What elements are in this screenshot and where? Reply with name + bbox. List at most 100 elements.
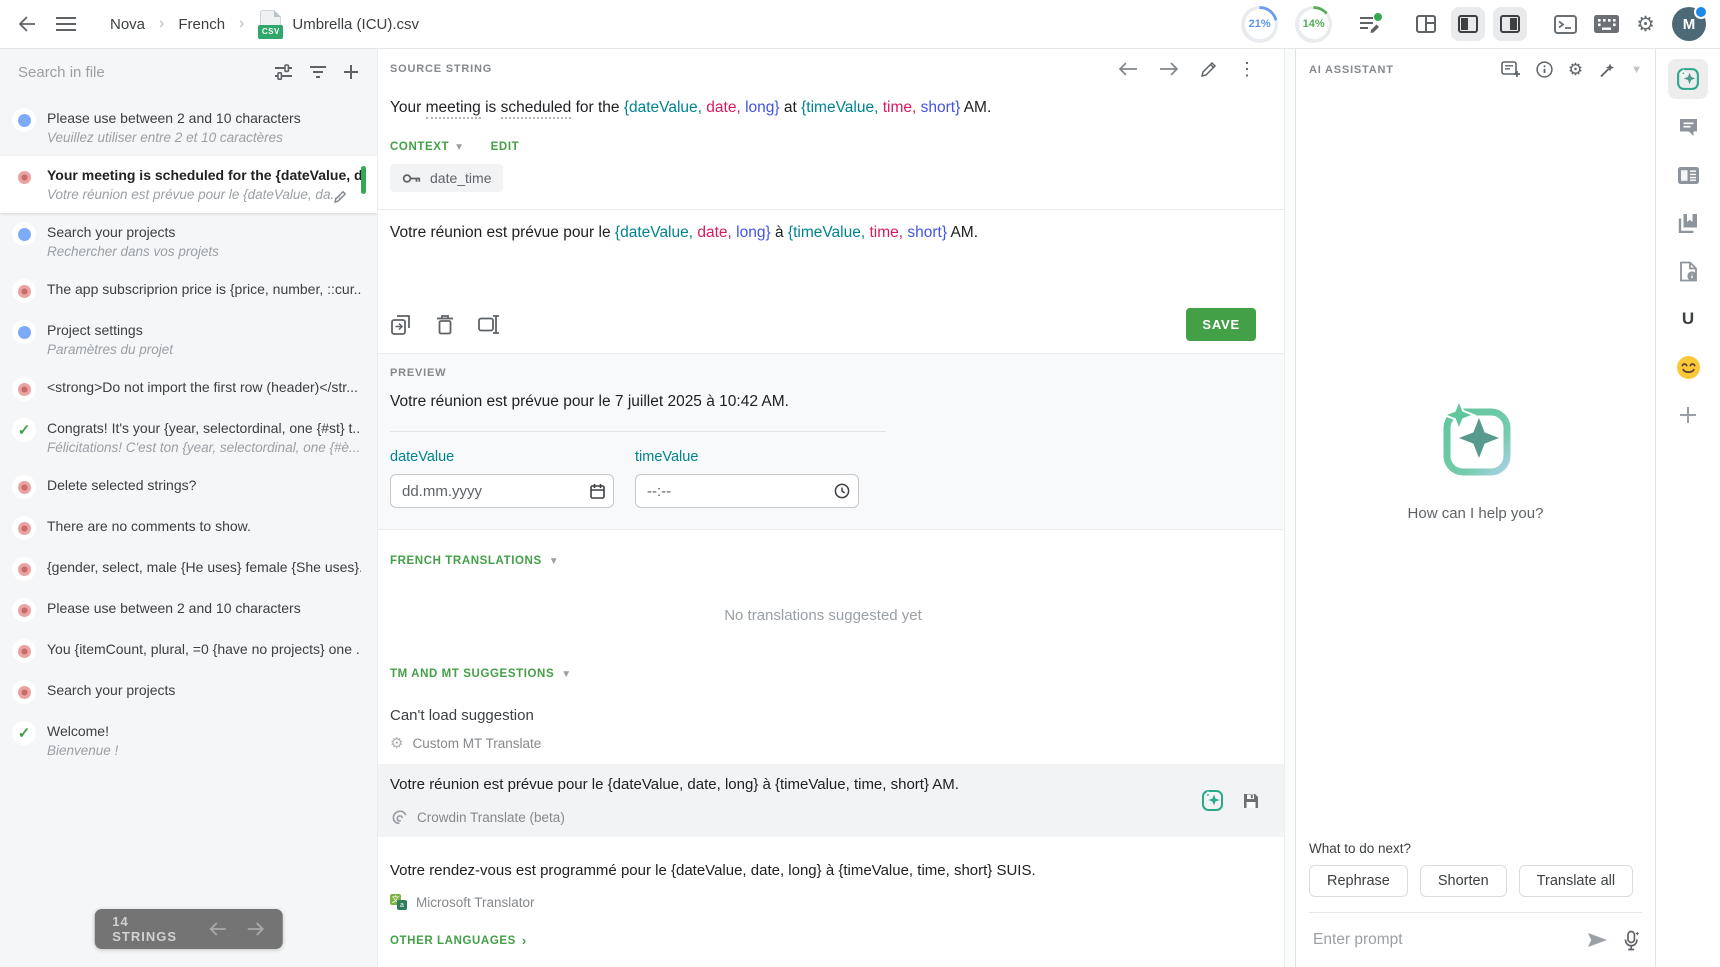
ai-assistant-title: AI ASSISTANT (1309, 64, 1394, 76)
time-value-input[interactable] (635, 474, 859, 508)
progress-translated-ring[interactable]: 21% (1241, 6, 1278, 43)
translation-text[interactable]: Votre réunion est prévue pour le {dateVa… (390, 221, 1256, 245)
comments-tab-icon[interactable] (1668, 107, 1708, 147)
sidebar-search-row (0, 49, 377, 95)
save-suggestion-icon[interactable] (1242, 792, 1260, 810)
string-list-item[interactable]: Please use between 2 and 10 charactersVe… (0, 99, 377, 156)
glossary-tab-icon[interactable] (1668, 203, 1708, 243)
translation-editor[interactable]: Votre réunion est prévue pour le {dateVa… (378, 210, 1284, 353)
ai-settings-gear-icon[interactable]: ⚙ (1568, 61, 1583, 78)
editor-notes-icon[interactable] (1357, 13, 1382, 36)
user-avatar[interactable]: M (1672, 7, 1706, 41)
breadcrumb-separator: › (239, 15, 244, 33)
send-prompt-icon[interactable] (1586, 931, 1609, 949)
french-translations-section[interactable]: FRENCH TRANSLATIONS▼ (390, 555, 1256, 567)
tune-filters-icon[interactable] (274, 64, 293, 80)
string-key-chip[interactable]: date_time (390, 164, 503, 192)
suggestion-error-text: Can't load suggestion (390, 707, 1256, 724)
date-value-input[interactable] (390, 474, 614, 508)
string-source-text: Search your projects (47, 680, 175, 700)
string-translation-text: Bienvenue ! (47, 741, 118, 761)
string-source-text: {gender, select, male {He uses} female {… (47, 557, 361, 577)
previous-arrow-icon[interactable] (1118, 61, 1138, 77)
string-list-item[interactable]: Search your projects (0, 671, 377, 712)
string-list-item[interactable]: You {itemCount, plural, =0 {have no proj… (0, 630, 377, 671)
string-list-item[interactable]: <strong>Do not import the first row (hea… (0, 368, 377, 409)
breadcrumb-file-name: Umbrella (ICU).csv (292, 16, 419, 33)
layout-split-view-icon[interactable] (1409, 7, 1443, 41)
calendar-icon[interactable] (590, 483, 605, 499)
collapse-chevron-icon[interactable]: ▼ (1631, 64, 1642, 76)
translate-all-button[interactable]: Translate all (1519, 865, 1633, 897)
string-source-text: <strong>Do not import the first row (hea… (47, 377, 358, 397)
string-list-item[interactable]: {gender, select, male {He uses} female {… (0, 548, 377, 589)
string-source-text: Congrats! It's your {year, selectordinal… (47, 418, 361, 438)
string-translation-text: Félicitations! C'est ton {year, selector… (47, 438, 361, 458)
context-dropdown[interactable]: CONTEXT▼ (390, 141, 465, 153)
info-icon[interactable] (1536, 61, 1553, 78)
unicode-tool-tab-icon[interactable]: U (1668, 299, 1708, 339)
string-list-item[interactable]: Please use between 2 and 10 characters (0, 589, 377, 630)
more-options-icon[interactable]: ⋮ (1238, 60, 1256, 78)
string-list-item-selected[interactable]: Your meeting is scheduled for the {dateV… (0, 156, 377, 213)
copy-source-icon[interactable] (390, 313, 413, 336)
edit-source-icon[interactable] (1200, 61, 1217, 78)
search-input[interactable] (18, 64, 258, 81)
string-list-item[interactable]: Welcome!Bienvenue ! (0, 712, 377, 769)
provider-label: Crowdin Translate (beta) (417, 810, 565, 825)
file-info-tab-icon[interactable] (1668, 251, 1708, 291)
next-arrow-icon[interactable] (1159, 61, 1179, 77)
back-arrow-icon[interactable] (16, 14, 36, 34)
shorten-button[interactable]: Shorten (1420, 865, 1507, 897)
breadcrumb-project[interactable]: Nova (110, 16, 145, 33)
breadcrumb-language[interactable]: French (178, 16, 225, 33)
rephrase-button[interactable]: Rephrase (1309, 865, 1408, 897)
ai-prompt-input[interactable] (1311, 931, 1572, 949)
keyboard-shortcuts-icon[interactable] (1594, 15, 1619, 33)
emoji-tool-tab-icon[interactable] (1668, 347, 1708, 387)
voice-input-icon[interactable] (1623, 930, 1640, 951)
console-icon[interactable] (1554, 15, 1577, 34)
tm-suggestion-row[interactable]: Votre réunion est prévue pour le {dateVa… (378, 764, 1284, 837)
ai-improve-icon[interactable] (1200, 788, 1225, 813)
string-list-item[interactable]: The app subscriprion price is {price, nu… (0, 270, 377, 311)
key-icon (402, 173, 421, 184)
magic-wand-icon[interactable] (1598, 61, 1616, 79)
previous-string-icon[interactable] (209, 922, 227, 936)
string-list-item[interactable]: Search your projectsRechercher dans vos … (0, 213, 377, 270)
new-conversation-icon[interactable] (1501, 61, 1521, 78)
edit-pencil-icon[interactable] (334, 190, 347, 203)
string-list-item[interactable]: There are no comments to show. (0, 507, 377, 548)
settings-gear-icon[interactable]: ⚙ (1636, 14, 1655, 35)
delete-translation-icon[interactable] (436, 314, 454, 335)
string-list-item[interactable]: Project settingsParamètres du projet (0, 311, 377, 368)
add-tool-tab-icon[interactable] (1668, 395, 1708, 435)
menu-icon[interactable] (56, 16, 76, 32)
scrollbar-gutter[interactable] (1284, 49, 1295, 967)
ai-assistant-tab-icon[interactable] (1668, 59, 1708, 99)
add-string-icon[interactable] (343, 64, 359, 80)
layout-right-panel-icon[interactable] (1493, 7, 1527, 41)
string-translation-text: Veuillez utiliser entre 2 et 10 caractèr… (47, 128, 301, 148)
layout-left-panel-icon[interactable] (1451, 7, 1485, 41)
select-text-icon[interactable] (477, 314, 500, 335)
string-status-icon (12, 222, 36, 246)
mt-suggestion-row[interactable]: Votre rendez-vous est programmé pour le … (378, 850, 1284, 921)
string-list-item[interactable]: Congrats! It's your {year, selectordinal… (0, 409, 377, 466)
next-string-icon[interactable] (247, 922, 265, 936)
context-edit-button[interactable]: EDIT (491, 141, 520, 153)
progress-approved-ring[interactable]: 14% (1295, 6, 1332, 43)
breadcrumb-file[interactable]: CSV Umbrella (ICU).csv (258, 10, 419, 39)
ai-assistant-panel: AI ASSISTANT ⚙ ▼ How can I help you? Wha… (1295, 49, 1655, 967)
preview-text: Votre réunion est prévue pour le 7 juill… (390, 393, 1256, 411)
other-languages-section[interactable]: OTHER LANGUAGES› (390, 933, 1256, 948)
context-article-tab-icon[interactable] (1668, 155, 1708, 195)
string-source-text: Delete selected strings? (47, 475, 196, 495)
clock-icon[interactable] (834, 483, 850, 499)
string-list-item[interactable]: Delete selected strings? (0, 466, 377, 507)
save-button[interactable]: SAVE (1186, 308, 1256, 341)
string-status-icon (12, 721, 36, 745)
breadcrumb: Nova › French › CSV Umbrella (ICU).csv (110, 10, 419, 39)
tm-mt-suggestions-section[interactable]: TM AND MT SUGGESTIONS▼ (390, 668, 1256, 680)
filter-icon[interactable] (309, 65, 327, 79)
